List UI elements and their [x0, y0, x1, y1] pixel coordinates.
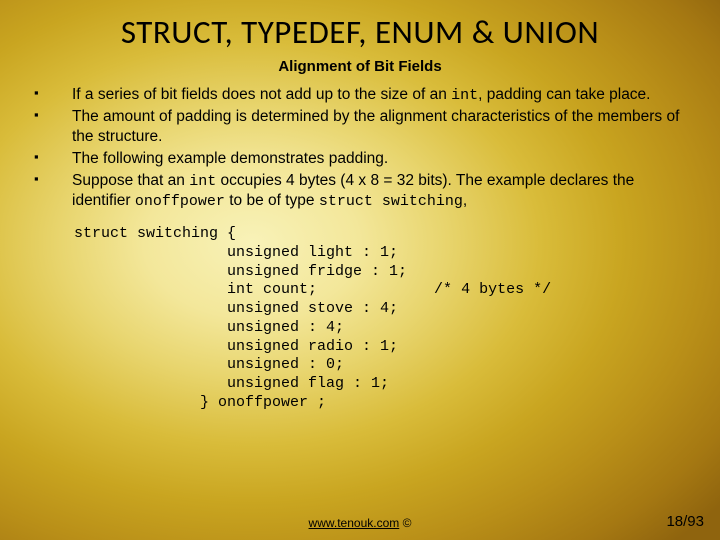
inline-code: int — [451, 87, 478, 104]
bullet-text: to be of type — [225, 192, 319, 209]
page-number: 18/93 — [666, 513, 704, 530]
bullet-text: , padding can take place. — [478, 86, 650, 103]
copyright-text: © — [399, 516, 411, 530]
bullet-item: The amount of padding is determined by t… — [30, 107, 690, 147]
inline-code: struct switching — [319, 193, 463, 210]
inline-code: int — [189, 173, 216, 190]
bullet-text: Suppose that an — [72, 172, 189, 189]
content-area: If a series of bit fields does not add u… — [0, 85, 720, 413]
code-block: struct switching { unsigned light : 1; u… — [74, 225, 690, 413]
bullet-item: The following example demonstrates paddi… — [30, 149, 690, 169]
footer: www.tenouk.com © — [0, 516, 720, 530]
bullet-text: The amount of padding is determined by t… — [72, 108, 679, 145]
bullet-text: If a series of bit fields does not add u… — [72, 86, 451, 103]
bullet-text: The following example demonstrates paddi… — [72, 150, 388, 167]
slide-subtitle: Alignment of Bit Fields — [0, 54, 720, 85]
inline-code: onoffpower — [135, 193, 225, 210]
footer-link[interactable]: www.tenouk.com — [309, 516, 400, 530]
bullet-item: If a series of bit fields does not add u… — [30, 85, 690, 105]
bullet-item: Suppose that an int occupies 4 bytes (4 … — [30, 171, 690, 211]
bullet-text: , — [463, 192, 467, 209]
slide-title: STRUCT, TYPEDEF, ENUM & UNION — [0, 0, 720, 54]
bullet-list: If a series of bit fields does not add u… — [30, 85, 690, 211]
